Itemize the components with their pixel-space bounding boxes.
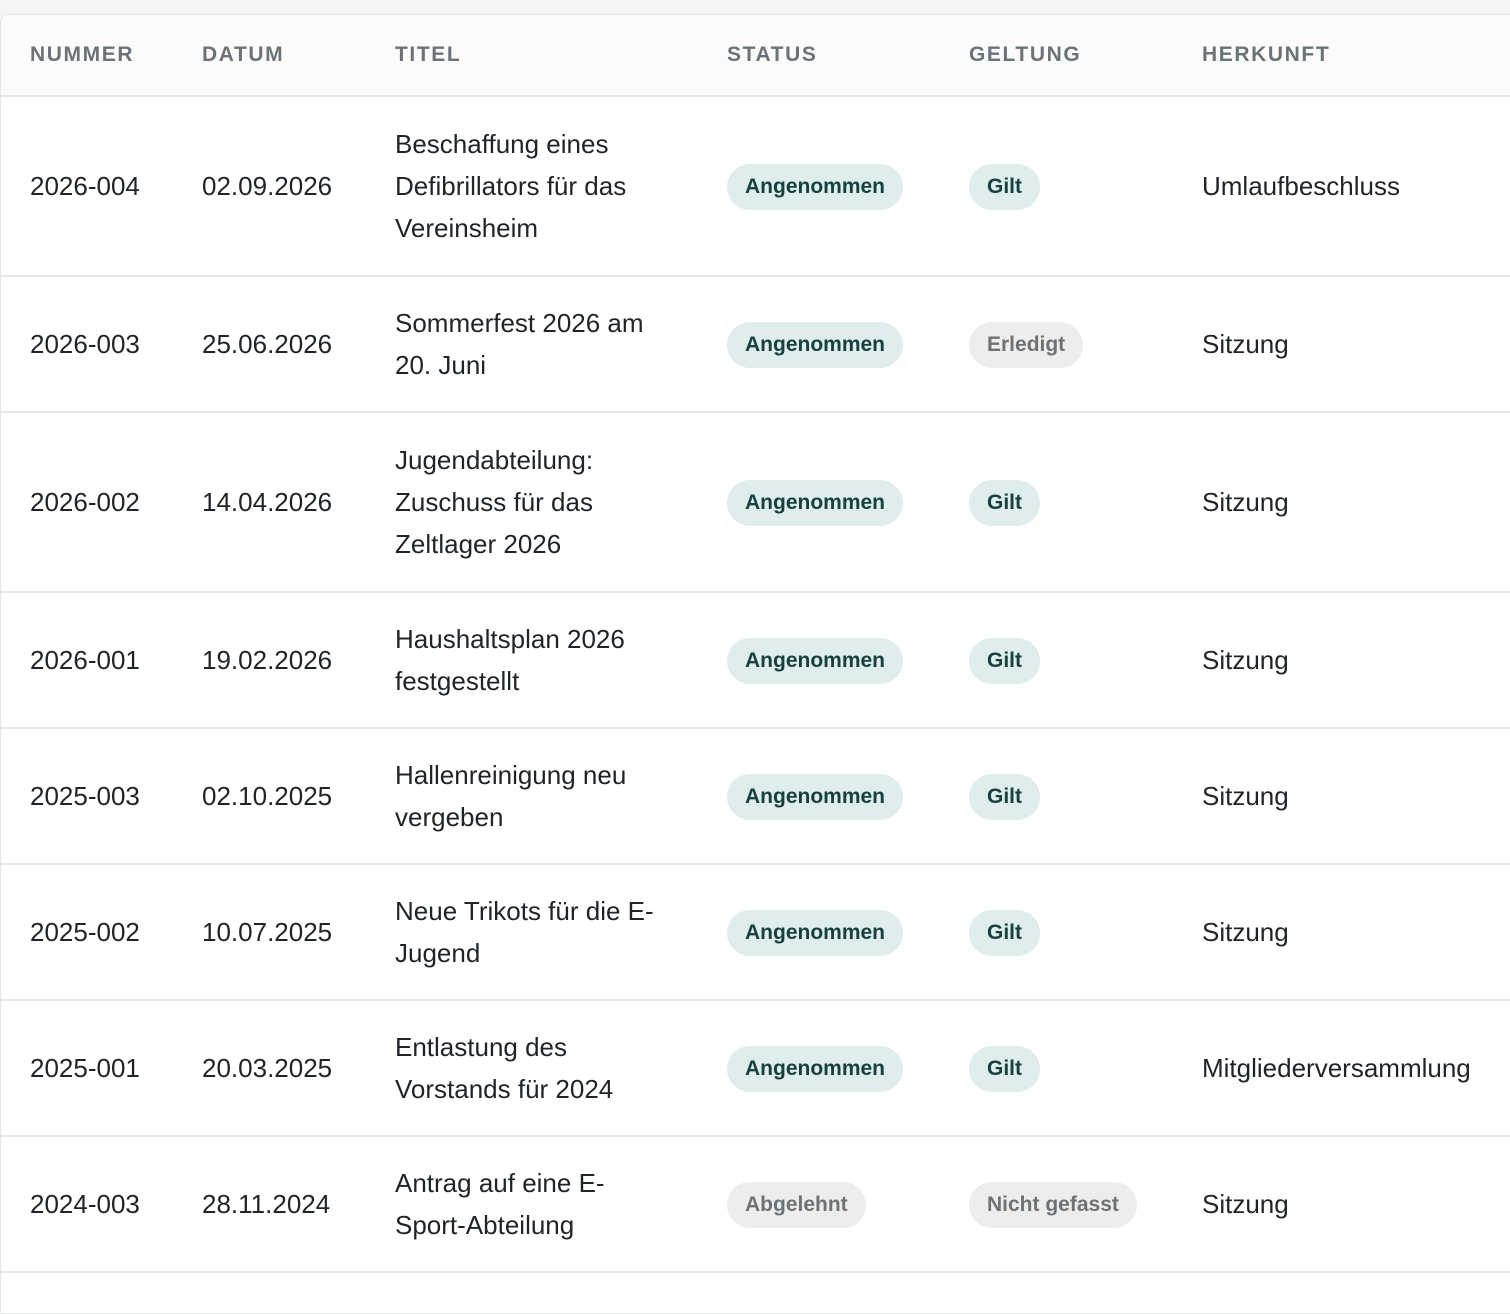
- cell-herkunft: Mitgliederversammlung: [1202, 1053, 1471, 1083]
- cell-geltung: Erledigt: [940, 276, 1173, 412]
- status-badge: Angenommen: [727, 321, 904, 368]
- status-badge: Angenommen: [727, 479, 904, 526]
- cell-nummer: 2026-003: [30, 329, 140, 359]
- cell-titel[interactable]: Beschaffung eines Defibrillators für das…: [366, 96, 698, 276]
- cell-status: Angenommen: [698, 276, 940, 412]
- cell-titel[interactable]: Neue Trikots für die E-Jugend: [366, 864, 698, 1000]
- column-header-status[interactable]: STATUS: [698, 15, 940, 96]
- cell-datum: 19.02.2026: [202, 645, 333, 675]
- table-header: NUMMER DATUM TITEL STATUS GELTUNG HERKUN…: [1, 15, 1510, 96]
- status-badge: Angenommen: [727, 909, 904, 956]
- cell-status: Angenommen: [698, 592, 940, 728]
- cell-titel[interactable]: Hallenreinigung neu vergeben: [366, 728, 698, 864]
- cell-herkunft: Sitzung: [1202, 645, 1289, 675]
- column-header-titel[interactable]: TITEL: [366, 15, 698, 96]
- status-badge: Abgelehnt: [727, 1181, 866, 1228]
- status-badge: Angenommen: [727, 1045, 904, 1092]
- table-row[interactable]: 2026-001 19.02.2026 Haushaltsplan 2026 f…: [1, 592, 1510, 728]
- cell-status: Abgelehnt: [698, 1136, 940, 1272]
- cell-nummer: 2025-001: [30, 1053, 140, 1083]
- table-row[interactable]: 2026-003 25.06.2026 Sommerfest 2026 am 2…: [1, 276, 1510, 412]
- cell-datum: 20.03.2025: [202, 1053, 333, 1083]
- cell-status: Angenommen: [698, 864, 940, 1000]
- cell-nummer: 2026-002: [30, 487, 140, 517]
- status-badge: Angenommen: [727, 773, 904, 820]
- cell-herkunft: Sitzung: [1202, 781, 1289, 811]
- cell-status: Angenommen: [698, 1000, 940, 1136]
- column-header-nummer[interactable]: NUMMER: [1, 15, 173, 96]
- geltung-badge: Gilt: [969, 163, 1040, 210]
- header-row: NUMMER DATUM TITEL STATUS GELTUNG HERKUN…: [1, 15, 1510, 96]
- cell-nummer: 2025-003: [30, 781, 140, 811]
- cell-nummer: 2026-001: [30, 645, 140, 675]
- cell-status: Angenommen: [698, 412, 940, 592]
- cell-herkunft: Sitzung: [1202, 329, 1289, 359]
- cell-herkunft: Umlaufbeschluss: [1202, 171, 1400, 201]
- geltung-badge: Nicht gefasst: [969, 1181, 1137, 1228]
- cell-datum: 28.11.2024: [202, 1189, 331, 1219]
- cell-geltung: Gilt: [940, 864, 1173, 1000]
- status-badge: Angenommen: [727, 637, 904, 684]
- cell-nummer: 2025-002: [30, 917, 140, 947]
- cell-titel[interactable]: Antrag auf eine E-Sport-Abteilung: [366, 1136, 698, 1272]
- cell-datum: 02.10.2025: [202, 781, 333, 811]
- cell-geltung: Nicht gefasst: [940, 1136, 1173, 1272]
- geltung-badge: Gilt: [969, 1045, 1040, 1092]
- resolutions-table-card: NUMMER DATUM TITEL STATUS GELTUNG HERKUN…: [0, 14, 1510, 1314]
- table-row[interactable]: 2024-003 28.11.2024 Antrag auf eine E-Sp…: [1, 1136, 1510, 1272]
- cell-status: Angenommen: [698, 96, 940, 276]
- cell-titel[interactable]: Sommerfest 2026 am 20. Juni: [366, 276, 698, 412]
- cell-titel[interactable]: Jugendabteilung: Zuschuss für das Zeltla…: [366, 412, 698, 592]
- cell-geltung: Gilt: [940, 728, 1173, 864]
- geltung-badge: Gilt: [969, 773, 1040, 820]
- cell-geltung: Gilt: [940, 412, 1173, 592]
- geltung-badge: Gilt: [969, 479, 1040, 526]
- cell-datum: 14.04.2026: [202, 487, 333, 517]
- table-row[interactable]: 2026-004 02.09.2026 Beschaffung eines De…: [1, 96, 1510, 276]
- table-row[interactable]: 2025-003 02.10.2025 Hallenreinigung neu …: [1, 728, 1510, 864]
- cell-geltung: Gilt: [940, 1000, 1173, 1136]
- table-row[interactable]: 2025-001 20.03.2025 Entlastung des Vorst…: [1, 1000, 1510, 1136]
- geltung-badge: Erledigt: [969, 321, 1084, 368]
- cell-status: Angenommen: [698, 728, 940, 864]
- cell-datum: 02.09.2026: [202, 171, 333, 201]
- column-header-geltung[interactable]: GELTUNG: [940, 15, 1173, 96]
- cell-herkunft: Sitzung: [1202, 487, 1289, 517]
- table-row[interactable]: 2026-002 14.04.2026 Jugendabteilung: Zus…: [1, 412, 1510, 592]
- table-row[interactable]: 2025-002 10.07.2025 Neue Trikots für die…: [1, 864, 1510, 1000]
- cell-titel[interactable]: Entlastung des Vorstands für 2024: [366, 1000, 698, 1136]
- geltung-badge: Gilt: [969, 637, 1040, 684]
- cell-geltung: Gilt: [940, 592, 1173, 728]
- cell-nummer: 2026-004: [30, 171, 140, 201]
- cell-geltung: Gilt: [940, 96, 1173, 276]
- resolutions-table: NUMMER DATUM TITEL STATUS GELTUNG HERKUN…: [1, 15, 1510, 1273]
- table-body: 2026-004 02.09.2026 Beschaffung eines De…: [1, 96, 1510, 1272]
- status-badge: Angenommen: [727, 163, 904, 210]
- geltung-badge: Gilt: [969, 909, 1040, 956]
- cell-titel[interactable]: Haushaltsplan 2026 festgestellt: [366, 592, 698, 728]
- cell-datum: 25.06.2026: [202, 329, 333, 359]
- cell-datum: 10.07.2025: [202, 917, 333, 947]
- cell-nummer: 2024-003: [30, 1189, 140, 1219]
- column-header-herkunft[interactable]: HERKUNFT: [1173, 15, 1510, 96]
- cell-herkunft: Sitzung: [1202, 1189, 1289, 1219]
- cell-herkunft: Sitzung: [1202, 917, 1289, 947]
- column-header-datum[interactable]: DATUM: [173, 15, 366, 96]
